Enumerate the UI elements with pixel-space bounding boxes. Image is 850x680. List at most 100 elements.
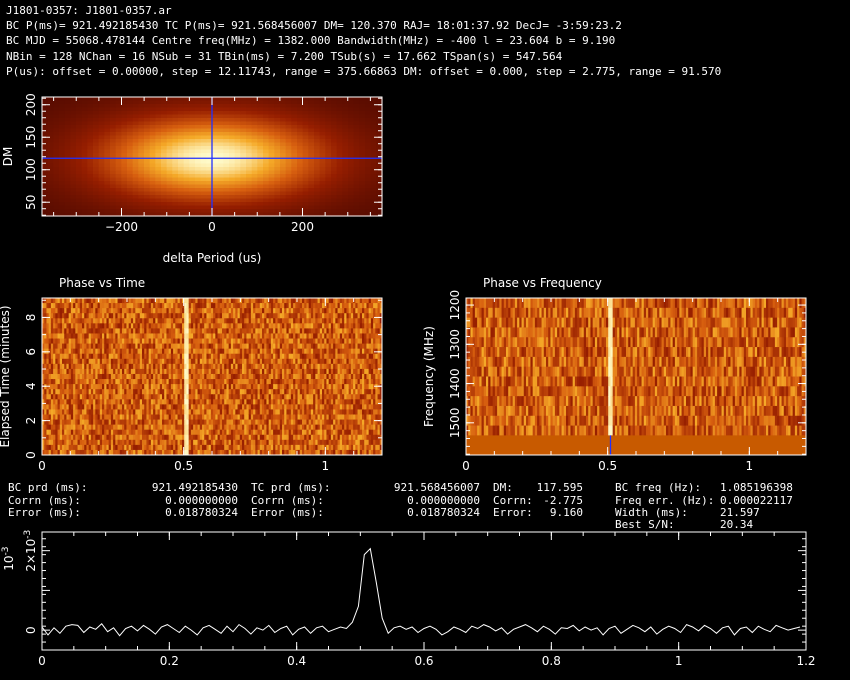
dm-heatmap-cell	[93, 167, 100, 172]
dm-heatmap-cell	[274, 114, 281, 119]
dm-heatmap-cell	[331, 146, 338, 151]
dm-heatmap-cell	[76, 184, 83, 189]
dm-heatmap-cell	[138, 146, 145, 151]
dm-heatmap-cell	[47, 209, 54, 214]
dm-heatmap-cell	[319, 107, 326, 112]
dm-heatmap-cell	[285, 146, 292, 151]
dm-heatmap-cell	[325, 135, 332, 140]
dm-heatmap-cell	[64, 146, 71, 151]
dm-heatmap-cell	[280, 198, 287, 203]
dm-heatmap-cell	[359, 191, 366, 196]
dm-heatmap-cell	[229, 198, 236, 203]
dm-heatmap-cell	[285, 191, 292, 196]
dm-heatmap-cell	[348, 195, 355, 200]
dm-heatmap-cell	[127, 139, 134, 144]
dm-heatmap-cell	[132, 118, 139, 123]
dm-heatmap-cell	[342, 118, 349, 123]
dm-heatmap-cell	[81, 135, 88, 140]
dm-heatmap-cell	[127, 153, 134, 158]
dm-heatmap-cell	[246, 111, 253, 116]
dm-heatmap-cell	[172, 153, 179, 158]
dm-heatmap-cell	[189, 142, 196, 147]
dm-heatmap-cell	[110, 104, 117, 109]
dm-heatmap-cell	[98, 181, 105, 186]
dm-heatmap-cell	[132, 202, 139, 207]
dm-heatmap-cell	[132, 111, 139, 116]
dm-heatmap-cell	[172, 149, 179, 154]
dm-heatmap-cell	[280, 132, 287, 137]
dm-heatmap-cell	[155, 118, 162, 123]
dm-heatmap-cell	[98, 149, 105, 154]
dm-heatmap-cell	[229, 191, 236, 196]
dm-heatmap-cell	[53, 195, 60, 200]
dm-heatmap-cell	[149, 167, 156, 172]
dm-heatmap-cell	[166, 121, 173, 126]
dm-heatmap-cell	[263, 135, 270, 140]
dm-heatmap-cell	[81, 181, 88, 186]
dm-heatmap-cell	[342, 188, 349, 193]
dm-heatmap-cell	[59, 188, 66, 193]
dm-heatmap-cell	[240, 195, 247, 200]
dm-heatmap-cell	[291, 114, 298, 119]
dm-heatmap-cell	[161, 121, 168, 126]
dm-heatmap-cell	[178, 97, 185, 102]
dm-heatmap-cell	[183, 167, 190, 172]
dm-heatmap-cell	[127, 100, 134, 105]
dm-heatmap-cell	[353, 202, 360, 207]
dm-heatmap-cell	[53, 118, 60, 123]
dm-heatmap-cell	[87, 205, 94, 210]
dm-heatmap-cell	[365, 184, 372, 189]
dm-heatmap-cell	[47, 121, 54, 126]
dm-heatmap-cell	[331, 97, 338, 102]
dm-heatmap-cell	[353, 149, 360, 154]
dm-heatmap-cell	[53, 146, 60, 151]
dm-heatmap-cell	[319, 146, 326, 151]
dm-heatmap-cell	[331, 135, 338, 140]
dm-heatmap-cell	[280, 135, 287, 140]
dm-heatmap-cell	[149, 100, 156, 105]
dm-heatmap-cell	[53, 125, 60, 130]
dm-heatmap-cell	[64, 153, 71, 158]
dm-heatmap-cell	[280, 139, 287, 144]
dm-heatmap-cell	[161, 202, 168, 207]
dm-heatmap-cell	[172, 163, 179, 168]
dm-heatmap-cell	[336, 195, 343, 200]
dm-heatmap-cell	[161, 191, 168, 196]
dm-heatmap-cell	[70, 100, 77, 105]
dm-heatmap-cell	[121, 209, 128, 214]
dm-heatmap-cell	[223, 170, 230, 175]
dm-heatmap-cell	[212, 188, 219, 193]
dm-heatmap-cell	[144, 188, 151, 193]
dm-heatmap-cell	[229, 146, 236, 151]
dm-heatmap-cell	[104, 97, 111, 102]
dm-heatmap-cell	[257, 111, 264, 116]
dm-heatmap-cell	[234, 177, 241, 182]
dm-heatmap-cell	[359, 128, 366, 133]
dm-heatmap-cell	[183, 170, 190, 175]
dm-heatmap-cell	[93, 184, 100, 189]
dm-heatmap-cell	[217, 167, 224, 172]
dm-heatmap-cell	[104, 198, 111, 203]
dm-heatmap-cell	[240, 170, 247, 175]
dm-heatmap-cell	[257, 153, 264, 158]
dm-heatmap-cell	[370, 195, 377, 200]
dm-heatmap-cell	[263, 107, 270, 112]
dm-heatmap-cell	[138, 167, 145, 172]
dm-heatmap-cell	[172, 177, 179, 182]
dm-heatmap-cell	[189, 188, 196, 193]
dm-heatmap-cell	[98, 163, 105, 168]
dm-heatmap-cell	[132, 170, 139, 175]
dm-heatmap-cell	[121, 121, 128, 126]
dm-heatmap-cell	[93, 111, 100, 116]
dm-heatmap-cell	[336, 104, 343, 109]
dm-heatmap-cell	[234, 195, 241, 200]
dm-heatmap-cell	[353, 167, 360, 172]
dm-heatmap-cell	[234, 191, 241, 196]
dm-heatmap-cell	[64, 107, 71, 112]
dm-heatmap-cell	[70, 163, 77, 168]
dm-heatmap-cell	[104, 167, 111, 172]
dm-heatmap-cell	[251, 146, 258, 151]
dm-heatmap-cell	[240, 121, 247, 126]
dm-heatmap-cell	[53, 139, 60, 144]
dm-heatmap-cell	[189, 167, 196, 172]
